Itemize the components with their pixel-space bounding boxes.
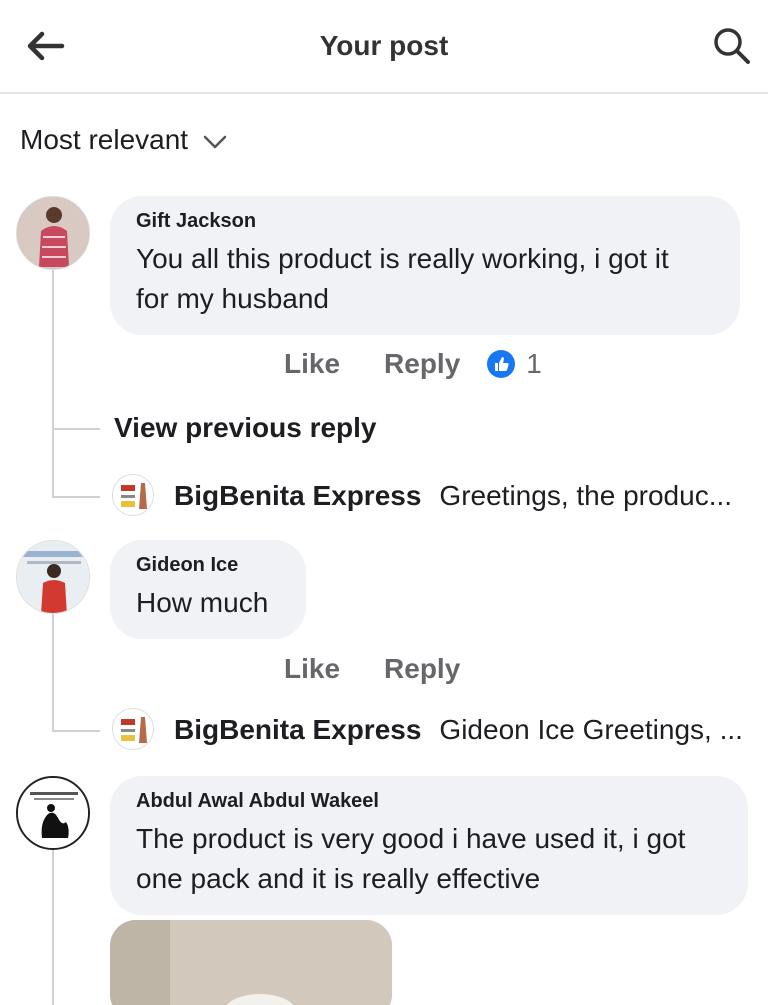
thumbs-up-icon <box>487 350 516 378</box>
thread-line <box>52 270 54 496</box>
user-photo-icon <box>17 197 89 269</box>
comment-author[interactable]: Abdul Awal Abdul Wakeel <box>136 790 722 813</box>
thread-line <box>52 850 54 1005</box>
comment-actions: Like Reply <box>284 653 460 685</box>
user-photo-icon <box>17 541 89 613</box>
search-icon <box>714 28 750 64</box>
like-button[interactable]: Like <box>284 653 340 685</box>
thread-connector <box>52 730 100 732</box>
thread-connector <box>52 428 100 430</box>
avatar[interactable] <box>112 708 154 750</box>
top-bar: Your post <box>0 0 768 94</box>
reply-preview[interactable]: BigBenita Express Greetings, the produc.… <box>174 480 732 512</box>
reply-author[interactable]: BigBenita Express <box>174 480 421 512</box>
comment-text: The product is very good i have used it,… <box>136 823 686 894</box>
business-logo-icon <box>113 709 153 749</box>
sort-label: Most relevant <box>20 124 189 155</box>
reply-text: Greetings, the produc... <box>439 480 733 511</box>
avatar[interactable] <box>112 474 154 516</box>
sort-dropdown[interactable]: Most relevant <box>20 124 228 156</box>
user-photo-icon <box>18 778 88 848</box>
business-logo-icon <box>113 475 153 515</box>
search-button[interactable] <box>710 24 754 68</box>
comment-bubble: Gift Jackson You all this product is rea… <box>110 196 740 335</box>
reply-button[interactable]: Reply <box>384 653 460 685</box>
reaction-count[interactable]: 1 <box>486 348 542 380</box>
comment-author[interactable]: Gideon Ice <box>136 554 280 577</box>
view-previous-replies[interactable]: View previous reply <box>114 412 377 444</box>
avatar[interactable] <box>16 196 90 270</box>
comment-actions: Like Reply 1 <box>284 348 542 380</box>
comment-bubble: Gideon Ice How much <box>110 540 306 639</box>
reply-preview[interactable]: BigBenita Express Gideon Ice Greetings, … <box>174 714 743 746</box>
page-title: Your post <box>319 30 449 61</box>
avatar[interactable] <box>16 540 90 614</box>
like-button[interactable]: Like <box>284 348 340 380</box>
reply-button[interactable]: Reply <box>384 348 460 380</box>
comment-bubble: Abdul Awal Abdul Wakeel The product is v… <box>110 776 748 915</box>
comment-text: How much <box>136 587 269 618</box>
comment-text: You all this product is really working, … <box>136 243 669 314</box>
product-photo-icon <box>110 920 392 1005</box>
comment-photo[interactable] <box>110 920 392 1005</box>
chevron-down-icon <box>203 135 227 149</box>
thread-line <box>52 614 54 732</box>
reply-text: Gideon Ice Greetings, ... <box>439 714 743 745</box>
avatar[interactable] <box>16 776 90 850</box>
reply-author[interactable]: BigBenita Express <box>174 714 421 746</box>
comment-author[interactable]: Gift Jackson <box>136 210 714 233</box>
thread-connector <box>52 496 100 498</box>
